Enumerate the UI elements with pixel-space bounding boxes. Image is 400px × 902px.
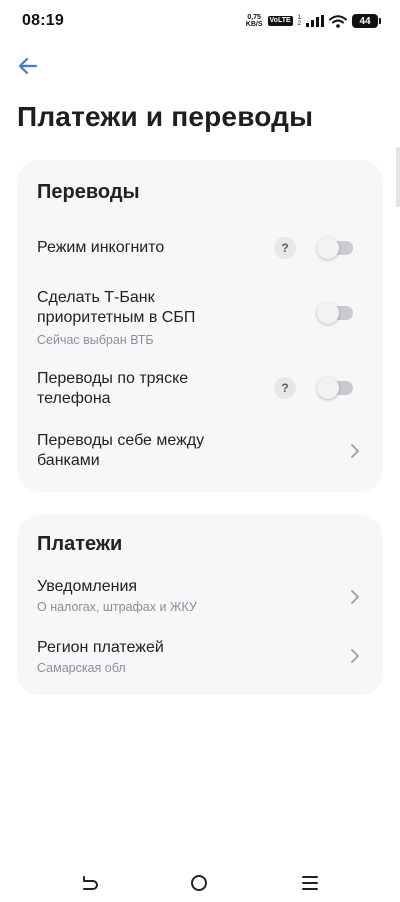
status-bar: 08:19 0,75 KB/S VoLTE 12 44 [0, 0, 400, 42]
sim-indicator-icon: 12 [297, 15, 301, 27]
notifications-label: Уведомления [37, 578, 138, 595]
shake-transfer-toggle[interactable] [317, 377, 353, 399]
nav-home-button[interactable] [188, 872, 212, 894]
system-nav-bar [0, 862, 400, 902]
chevron-right-icon [351, 590, 359, 604]
transfers-title: Переводы [37, 181, 140, 203]
incognito-label: Режим инкогнито [37, 239, 165, 256]
shake-transfer-row[interactable]: Переводы по тряске телефона ? [17, 368, 383, 410]
priority-sbp-label: Сделать Т-Банк приоритетным в СБП [37, 289, 196, 326]
priority-sbp-toggle[interactable] [317, 302, 353, 324]
arrow-left-icon [18, 57, 38, 75]
toggle-knob [317, 237, 339, 259]
battery-icon: 44 [352, 14, 381, 28]
nav-recents-button[interactable] [299, 872, 323, 894]
network-speed-unit: KB/S [245, 21, 263, 28]
transfers-card: Переводы Режим инкогнито ? Сделать Т-Бан… [17, 160, 383, 492]
network-speed: 0,75 KB/S [246, 14, 263, 28]
menu-lines-icon [302, 876, 318, 890]
status-icons: 0,75 KB/S VoLTE 12 44 [246, 14, 381, 28]
priority-sbp-row[interactable]: Сделать Т-Банк приоритетным в СБП Сейчас… [17, 288, 383, 350]
self-transfer-row[interactable]: Переводы себе между банками [17, 430, 383, 472]
region-subtitle: Самарская обл [37, 661, 126, 675]
page-title: Платежи и переводы [17, 101, 314, 132]
scroll-edge-indicator [396, 147, 400, 207]
toggle-knob [317, 377, 339, 399]
home-circle-icon [191, 875, 207, 891]
notifications-subtitle: О налогах, штрафах и ЖКУ [37, 600, 197, 614]
payments-title: Платежи [37, 533, 123, 555]
incognito-row[interactable]: Режим инкогнито ? [17, 230, 383, 266]
wifi-icon [329, 14, 347, 28]
shake-help-icon[interactable]: ? [274, 377, 296, 399]
incognito-help-icon[interactable]: ? [274, 237, 296, 259]
self-transfer-label: Переводы себе между банками [37, 432, 205, 469]
region-label: Регион платежей [37, 639, 164, 656]
volte-badge: VoLTE [267, 16, 293, 26]
notifications-row[interactable]: Уведомления О налогах, штрафах и ЖКУ [17, 577, 383, 619]
back-gesture-icon [83, 876, 98, 890]
region-row[interactable]: Регион платежей Самарская обл [17, 638, 383, 680]
chevron-right-icon [351, 649, 359, 663]
status-time: 08:19 [22, 12, 64, 29]
shake-transfer-label: Переводы по тряске телефона [37, 370, 189, 407]
incognito-toggle[interactable] [317, 237, 353, 259]
chevron-right-icon [351, 444, 359, 458]
nav-back-button[interactable] [78, 872, 102, 894]
payments-card: Платежи Уведомления О налогах, штрафах и… [17, 515, 383, 695]
priority-sbp-subtitle: Сейчас выбран ВТБ [37, 333, 154, 347]
network-speed-value: 0,75 [247, 14, 261, 21]
back-button[interactable] [12, 50, 44, 82]
signal-icon [306, 15, 324, 27]
screen: 08:19 0,75 KB/S VoLTE 12 44 Платежи и пе… [0, 0, 400, 902]
toggle-knob [317, 302, 339, 324]
